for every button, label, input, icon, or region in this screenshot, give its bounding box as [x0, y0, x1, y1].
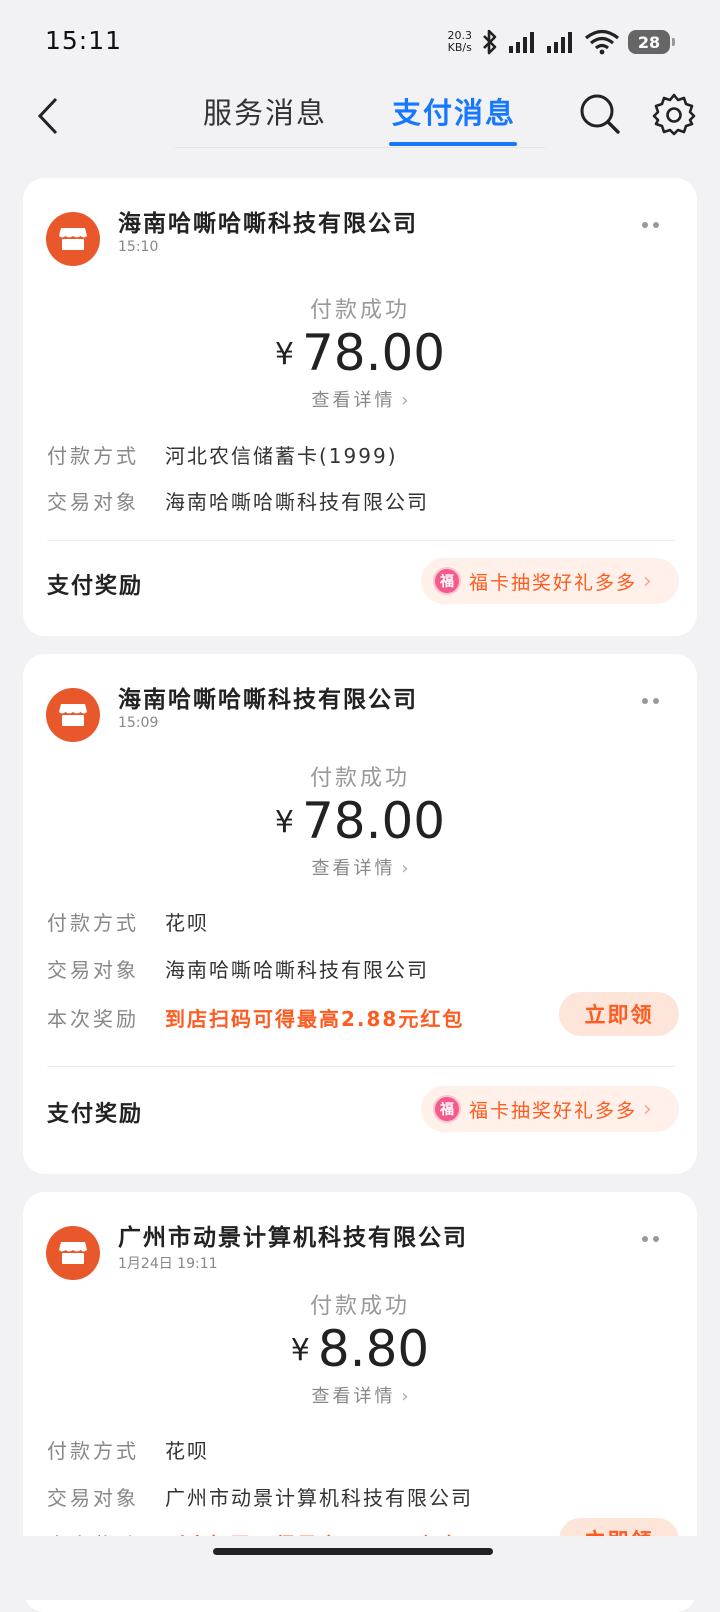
currency-symbol: ¥: [274, 805, 294, 840]
amount-value: 8.80: [317, 1320, 430, 1378]
view-details-label: 查看详情: [311, 390, 396, 411]
tab-divider: [175, 147, 545, 148]
payment-method-value: 河北农信储蓄卡(1999): [165, 444, 398, 468]
chevron-right-icon: ›: [643, 1096, 652, 1122]
signal-icon-2: [547, 32, 572, 53]
payment-amount: ¥8.80: [23, 1320, 697, 1378]
view-details-link[interactable]: 查看详情 ›: [23, 386, 697, 412]
payment-status: 付款成功: [309, 298, 410, 323]
header: 服务消息 支付消息: [0, 84, 720, 150]
amount-value: 78.00: [301, 324, 446, 382]
battery-icon: 28: [628, 30, 675, 54]
lottery-reward-text: 福卡抽奖好礼多多: [469, 1099, 638, 1122]
signal-icon: [509, 32, 534, 53]
counterparty-label: 交易对象: [47, 1486, 139, 1510]
payment-card[interactable]: 海南哈嘶哈嘶科技有限公司 15:09 付款成功 ¥78.00 查看详情 › 付款…: [23, 654, 697, 1174]
more-icon[interactable]: [637, 220, 663, 230]
bluetooth-icon: [483, 29, 497, 55]
counterparty-value: 海南哈嘶哈嘶科技有限公司: [165, 958, 429, 982]
merchant-name: 海南哈嘶哈嘶科技有限公司: [118, 211, 418, 237]
tab-payment-messages[interactable]: 支付消息: [392, 90, 516, 132]
merchant-name: 海南哈嘶哈嘶科技有限公司: [118, 687, 418, 713]
active-tab-indicator: [389, 142, 517, 146]
wifi-icon: [584, 29, 620, 55]
store-icon: [46, 212, 100, 266]
net-speed-unit: KB/s: [447, 41, 472, 54]
reward-row-label: 本次奖励: [47, 1007, 139, 1031]
payment-method-label: 付款方式: [47, 444, 139, 468]
status-icons: 20.3 KB/s 28: [448, 26, 675, 58]
lottery-reward-button[interactable]: 福 福卡抽奖好礼多多 ›: [421, 558, 679, 604]
status-time: 15:11: [45, 26, 123, 55]
gear-icon[interactable]: [652, 92, 696, 136]
payment-reward-label: 支付奖励: [47, 1102, 144, 1127]
payment-status: 付款成功: [309, 1294, 410, 1319]
view-details-label: 查看详情: [311, 858, 396, 879]
tab-service-messages[interactable]: 服务消息: [203, 90, 327, 132]
view-details-link[interactable]: 查看详情 ›: [23, 854, 697, 880]
more-icon[interactable]: [637, 1234, 663, 1244]
net-speed: 20.3 KB/s: [448, 30, 473, 54]
payment-amount: ¥78.00: [23, 324, 697, 382]
chevron-right-icon: ›: [395, 390, 409, 411]
amount-value: 78.00: [301, 792, 446, 850]
currency-symbol: ¥: [290, 1333, 310, 1368]
fu-card-icon: 福: [433, 1095, 461, 1123]
search-icon[interactable]: [578, 92, 622, 136]
message-time: 1月24日 19:11: [118, 1256, 218, 1272]
payment-method-value: 花呗: [165, 911, 209, 935]
chevron-right-icon: ›: [395, 858, 409, 879]
payment-method-label: 付款方式: [47, 1439, 139, 1463]
divider: [47, 1066, 675, 1067]
claim-now-button[interactable]: 立即领: [559, 992, 679, 1036]
payment-reward-label: 支付奖励: [47, 574, 144, 599]
view-details-label: 查看详情: [311, 1386, 396, 1407]
message-time: 15:10: [118, 239, 159, 255]
chevron-right-icon: ›: [395, 1386, 409, 1407]
view-details-link[interactable]: 查看详情 ›: [23, 1382, 697, 1408]
fu-card-icon: 福: [433, 567, 461, 595]
reward-row-value: 到店扫码可得最高2.88元红包: [165, 1007, 465, 1031]
back-arrow-icon[interactable]: [28, 94, 68, 138]
status-bar: 15:11 20.3 KB/s 28: [0, 0, 720, 84]
payment-card[interactable]: 海南哈嘶哈嘶科技有限公司 15:10 付款成功 ¥78.00 查看详情 › 付款…: [23, 178, 697, 636]
lottery-reward-text: 福卡抽奖好礼多多: [469, 571, 638, 594]
message-time: 15:09: [118, 715, 159, 731]
divider: [47, 540, 675, 541]
currency-symbol: ¥: [274, 337, 294, 372]
counterparty-label: 交易对象: [47, 958, 139, 982]
payment-amount: ¥78.00: [23, 792, 697, 850]
merchant-name: 广州市动景计算机科技有限公司: [118, 1225, 468, 1251]
more-icon[interactable]: [637, 696, 663, 706]
home-indicator[interactable]: [213, 1548, 493, 1555]
payment-method-value: 花呗: [165, 1439, 209, 1463]
store-icon: [46, 688, 100, 742]
lottery-reward-button[interactable]: 福 福卡抽奖好礼多多 ›: [421, 1086, 679, 1132]
payment-status: 付款成功: [309, 766, 410, 791]
counterparty-label: 交易对象: [47, 490, 139, 514]
chevron-right-icon: ›: [643, 568, 652, 594]
counterparty-value: 广州市动景计算机科技有限公司: [165, 1486, 473, 1510]
counterparty-value: 海南哈嘶哈嘶科技有限公司: [165, 490, 429, 514]
bottom-navigation-area: [0, 1536, 720, 1600]
store-icon: [46, 1226, 100, 1280]
payment-method-label: 付款方式: [47, 911, 139, 935]
